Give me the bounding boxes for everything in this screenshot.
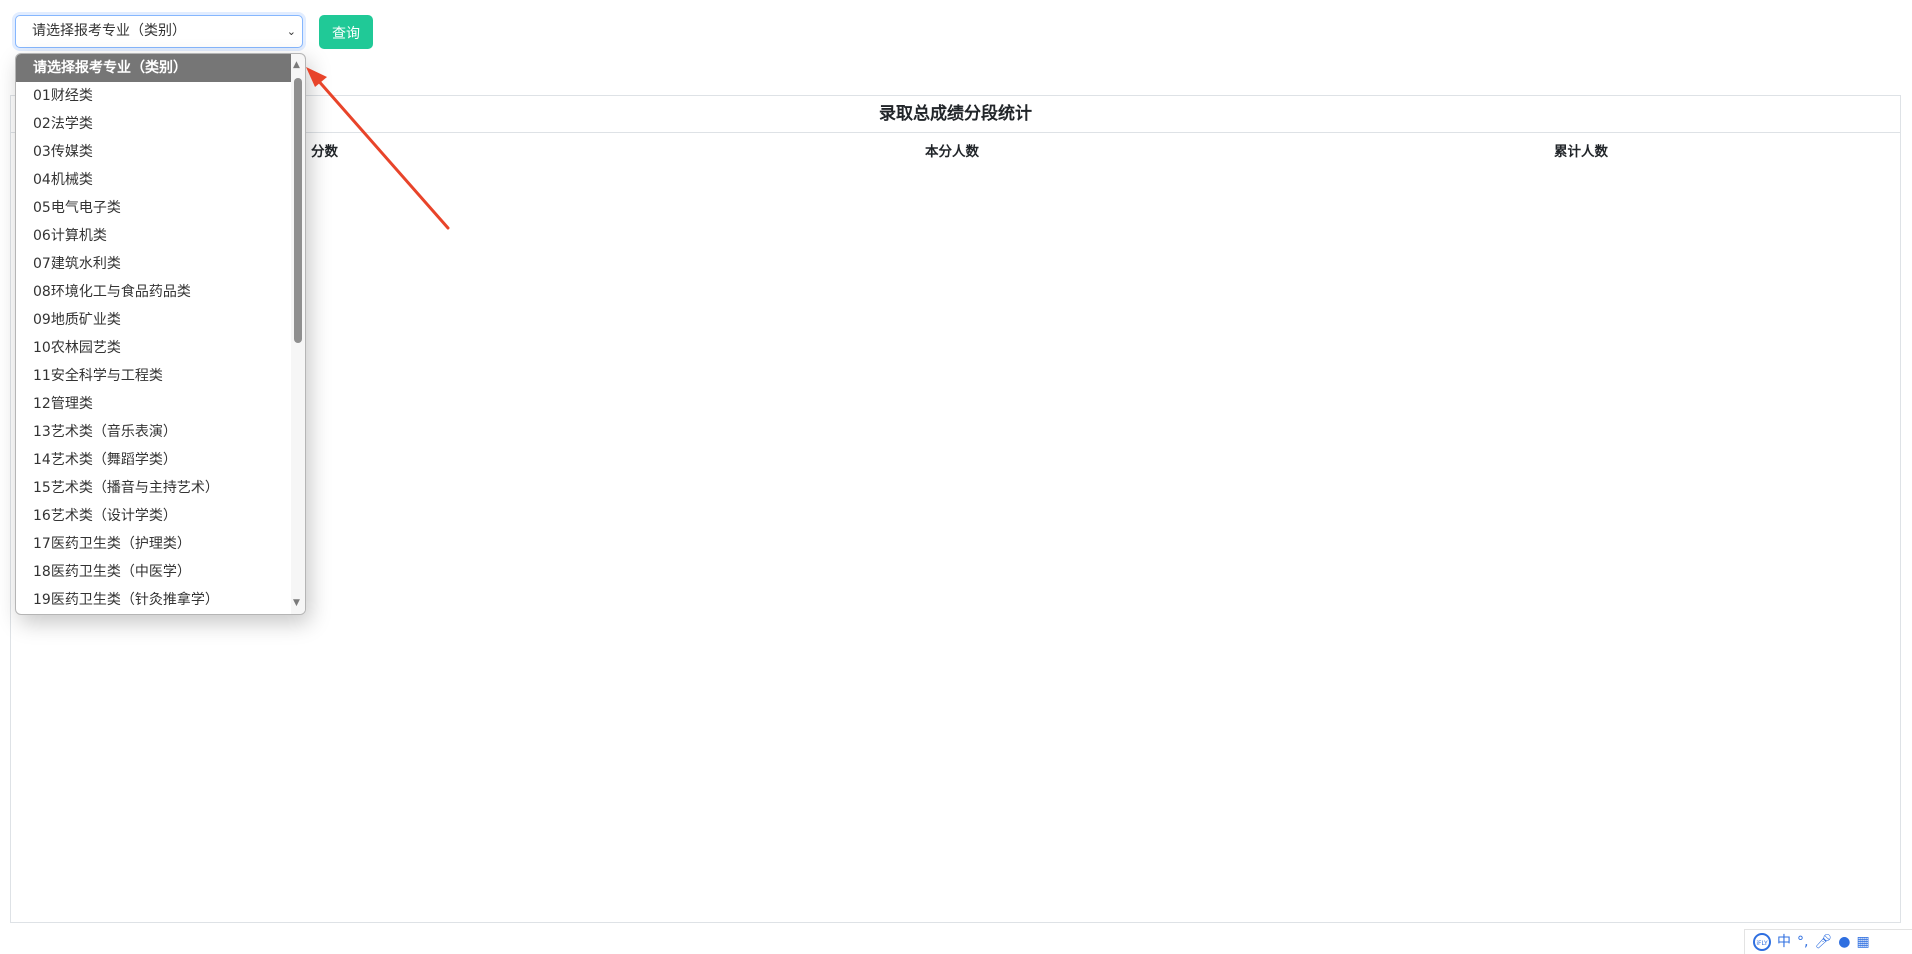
ime-lang-toggle[interactable]: 中 [1777, 933, 1791, 951]
user-icon[interactable]: ● [1838, 933, 1850, 951]
punctuation-icon[interactable]: °, [1797, 933, 1808, 951]
annotation-arrow [306, 67, 450, 230]
ifly-logo-icon[interactable]: iFLY [1753, 933, 1771, 951]
microphone-icon[interactable]: 🎤︎ [1814, 933, 1832, 951]
grid-menu-icon[interactable]: ▦ [1856, 933, 1869, 951]
ime-toolbar[interactable]: iFLY 中 °, 🎤︎ ● ▦ [1744, 929, 1912, 954]
